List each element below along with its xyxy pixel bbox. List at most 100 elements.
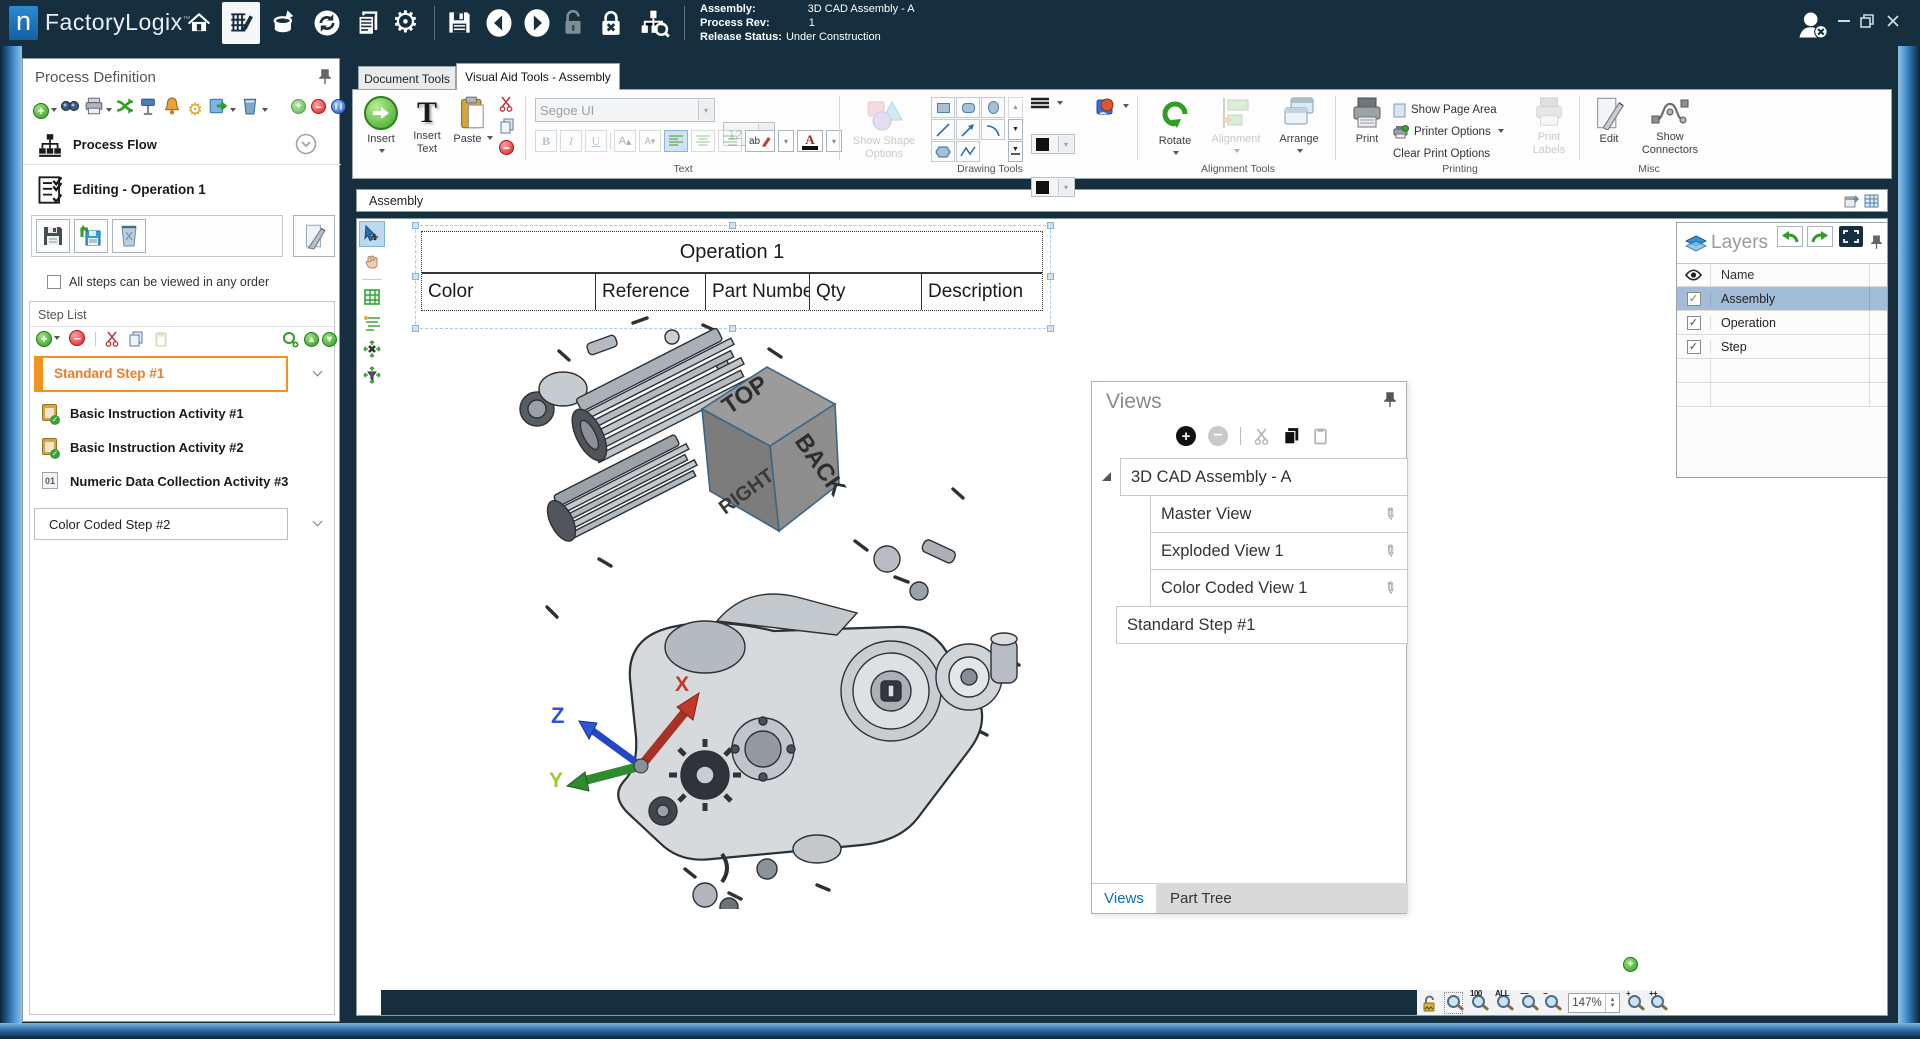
add-step-caret[interactable] <box>54 336 60 343</box>
save-step-button[interactable] <box>36 219 70 253</box>
rotate-button[interactable]: Rotate <box>1149 96 1201 161</box>
shape-ellipse[interactable] <box>981 97 1005 118</box>
add-view-icon[interactable]: + <box>1176 426 1196 446</box>
show-page-area-button[interactable]: Show Page Area <box>1393 99 1504 121</box>
any-order-checkbox[interactable] <box>47 275 61 289</box>
forward-icon[interactable] <box>522 8 552 38</box>
collapse-all-icon[interactable]: ▼ <box>322 332 337 347</box>
zoom-selection-button[interactable] <box>1447 995 1460 1011</box>
tab-views[interactable]: Views <box>1092 883 1156 913</box>
print-caret[interactable] <box>106 108 112 115</box>
insert-table-button[interactable] <box>359 284 385 310</box>
alignment-button[interactable]: Alignment <box>1205 96 1267 159</box>
shape-arc[interactable] <box>981 119 1005 140</box>
tab-visual-aid-tools[interactable]: Visual Aid Tools - Assembly <box>456 63 620 90</box>
design-canvas[interactable]: Operation 1 Color Reference Part Number … <box>356 218 1888 1016</box>
zoom-in-button[interactable]: + <box>1628 995 1641 1011</box>
shape-scroll-up[interactable]: ▲ <box>1008 97 1023 118</box>
process-flow-row[interactable]: Process Flow <box>23 125 341 165</box>
activity-item-basic-1[interactable]: Basic Instruction Activity #1 <box>40 402 326 428</box>
layer-visibility-checkbox[interactable]: ✓ <box>1687 340 1701 354</box>
lock-close-icon[interactable] <box>598 9 624 37</box>
activity-item-basic-2[interactable]: Basic Instruction Activity #2 <box>40 436 326 462</box>
shape-rectangle[interactable] <box>931 97 955 118</box>
select-tool-button[interactable] <box>359 221 385 247</box>
delete-step-icon[interactable] <box>240 97 260 115</box>
underline-button[interactable]: U <box>585 130 607 152</box>
shape-polyline[interactable] <box>956 141 980 162</box>
export-step-icon[interactable] <box>208 97 228 115</box>
layer-visibility-checkbox[interactable]: ✓ <box>1687 316 1701 330</box>
tab-part-tree[interactable]: Part Tree <box>1156 883 1408 913</box>
refresh-circle-icon[interactable]: + <box>291 99 306 114</box>
user-logout-icon[interactable] <box>1796 10 1830 40</box>
materials-icon[interactable] <box>270 8 298 38</box>
documents-icon[interactable] <box>354 8 382 38</box>
edit-step-button[interactable] <box>293 215 335 257</box>
rename-view-icon[interactable]: ✎ <box>1380 503 1401 525</box>
pause-circle-icon[interactable]: ❙❙ <box>331 99 346 114</box>
collapse-circle-icon[interactable] <box>295 133 317 155</box>
cad-assembly-image[interactable]: TOP BACK RIGHT <box>467 309 1067 909</box>
zoom-level-spinner[interactable]: 147% ▲▼ <box>1568 993 1620 1013</box>
zoom-spinner-arrows[interactable]: ▲▼ <box>1605 994 1619 1012</box>
copy-icon[interactable] <box>128 331 144 347</box>
tree-expander-icon[interactable] <box>1102 472 1111 481</box>
align-right-button[interactable] <box>718 130 742 152</box>
pin-icon[interactable] <box>319 69 331 85</box>
cut-icon[interactable] <box>105 331 119 347</box>
font-family-combo[interactable]: Segoe UI▾ <box>535 98 715 122</box>
paste-icon[interactable] <box>154 331 168 347</box>
activity-item-numeric-3[interactable]: 01 Numeric Data Collection Activity #3 <box>40 470 326 496</box>
tree-root-3d-cad-assembly[interactable]: 3D CAD Assembly - A <box>1120 458 1408 496</box>
rename-view-icon[interactable]: ✎ <box>1380 540 1401 562</box>
print-process-icon[interactable] <box>84 97 104 115</box>
canvas-quick-add-icon[interactable]: + <box>1623 957 1638 972</box>
zoom-out-fast-button[interactable]: −− <box>1522 995 1535 1011</box>
close-button[interactable] <box>1886 14 1900 28</box>
paste-view-icon[interactable] <box>1313 427 1328 445</box>
pin-icon[interactable] <box>1384 392 1396 408</box>
shape-scroll-down[interactable]: ▼ <box>1008 119 1023 140</box>
highlight-color-button[interactable]: ab <box>745 130 775 152</box>
save-icon[interactable] <box>446 9 473 36</box>
delete-object-icon[interactable]: − <box>499 140 514 155</box>
restore-button[interactable] <box>1860 14 1874 28</box>
shape-hexagon[interactable] <box>931 141 955 162</box>
unlock-icon[interactable] <box>560 9 586 37</box>
show-shape-options-button[interactable]: Show Shape Options <box>847 98 921 161</box>
show-connectors-button[interactable]: Show Connectors <box>1635 96 1705 157</box>
save-import-button[interactable] <box>74 219 108 253</box>
sync-icon[interactable] <box>312 8 342 38</box>
transform-tool-button[interactable] <box>359 336 385 362</box>
layer-row-assembly[interactable]: ✓ Assembly <box>1677 287 1887 311</box>
step-item-standard-step-1[interactable]: Standard Step #1 <box>34 356 288 392</box>
shape-line[interactable] <box>931 119 955 140</box>
zoom-lock-icon[interactable] <box>1422 995 1437 1012</box>
bold-button[interactable]: B <box>535 130 557 152</box>
add-step-icon[interactable]: + <box>36 331 52 347</box>
add-process-icon[interactable]: + <box>33 103 49 119</box>
discard-step-button[interactable] <box>112 219 146 253</box>
copy-view-icon[interactable] <box>1282 427 1301 445</box>
shape-scroll-more[interactable]: ▼ <box>1008 141 1023 162</box>
paste-button[interactable]: Paste <box>453 96 493 146</box>
rename-view-icon[interactable]: ✎ <box>1380 577 1401 599</box>
zoom-activities-icon[interactable] <box>282 331 299 351</box>
align-center-button[interactable] <box>691 130 715 152</box>
step-item-color-coded-2[interactable]: Color Coded Step #2 <box>34 508 288 540</box>
view-item-master-view[interactable]: Master View✎ <box>1150 495 1408 533</box>
gear-yellow-icon[interactable]: ⚙ <box>185 101 205 119</box>
pin-icon[interactable] <box>1871 235 1882 250</box>
signpost-icon[interactable] <box>138 97 158 115</box>
tab-document-tools[interactable]: Document Tools <box>358 66 456 90</box>
step2-chevron-icon[interactable] <box>313 517 323 527</box>
font-color-button[interactable]: A <box>797 130 823 152</box>
any-order-checkbox-row[interactable]: All steps can be viewed in any order <box>47 275 269 289</box>
minimize-button[interactable] <box>1838 20 1850 22</box>
fill-color-combo[interactable]: ▾ <box>1031 177 1075 197</box>
process-designer-button-active[interactable] <box>222 2 260 44</box>
clear-print-options-button[interactable]: Clear Print Options <box>1393 143 1504 165</box>
cut-icon[interactable] <box>499 96 513 112</box>
cut-view-icon[interactable] <box>1253 428 1270 445</box>
